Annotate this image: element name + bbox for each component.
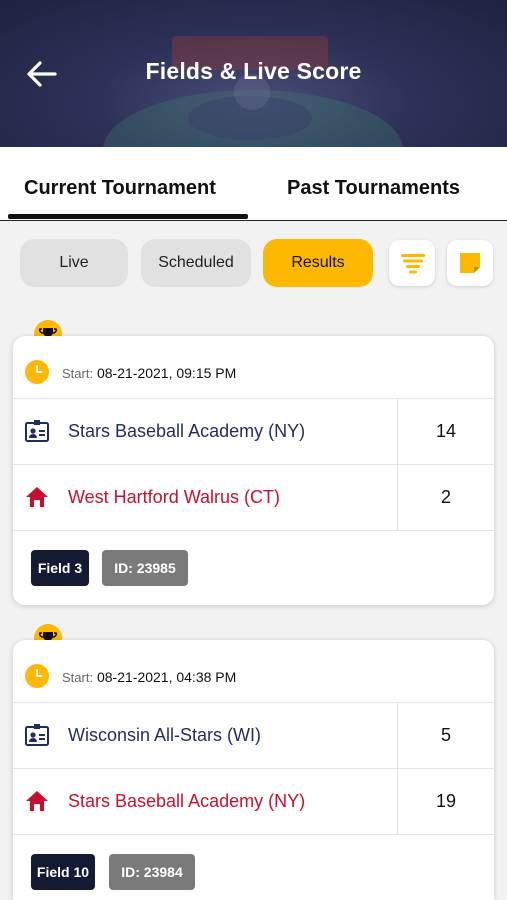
game-id-badge: ID: 23985	[102, 550, 188, 586]
id-badge-icon	[25, 420, 49, 442]
start-label: Start:	[62, 366, 94, 381]
id-badge-icon	[25, 724, 49, 746]
header-banner: Fields & Live Score	[0, 0, 507, 147]
field-badge: Field 3	[31, 550, 89, 586]
home-icon	[26, 487, 48, 507]
match-card[interactable]: Start: 08-21-2021, 04:38 PM Wisconsin Al…	[13, 640, 494, 900]
away-team-name: Wisconsin All-Stars (WI)	[68, 725, 262, 745]
filter-button[interactable]	[389, 240, 435, 286]
home-team-row: Stars Baseball Academy (NY) 19	[13, 768, 494, 835]
clock-icon	[25, 360, 49, 384]
home-team-name: Stars Baseball Academy (NY)	[68, 791, 306, 811]
tournament-tabs: Current Tournament Past Tournaments	[0, 147, 507, 221]
away-team-score: 5	[440, 725, 451, 745]
away-team-name: Stars Baseball Academy (NY)	[68, 421, 306, 441]
match-start-time: Start: 08-21-2021, 04:38 PM	[62, 669, 236, 685]
match-start-time: Start: 08-21-2021, 09:15 PM	[62, 365, 236, 381]
page-title: Fields & Live Score	[145, 58, 362, 84]
home-team-row: West Hartford Walrus (CT) 2	[13, 464, 494, 531]
sticky-note-icon	[460, 253, 480, 273]
match-start-row: Start: 08-21-2021, 09:15 PM	[13, 336, 494, 399]
away-team-score: 14	[435, 421, 457, 441]
scheduled-filter-button[interactable]: Scheduled	[141, 239, 251, 287]
filter-icon	[401, 254, 425, 274]
game-id-badge: ID: 23984	[109, 854, 195, 890]
away-team-row: Stars Baseball Academy (NY) 14	[13, 398, 494, 465]
tab-past-tournaments[interactable]: Past Tournaments	[287, 177, 460, 200]
home-icon	[26, 791, 48, 811]
match-card[interactable]: Start: 08-21-2021, 09:15 PM Stars Baseba…	[13, 336, 494, 605]
match-start-row: Start: 08-21-2021, 04:38 PM	[13, 640, 494, 703]
home-team-score: 19	[435, 791, 457, 811]
start-label: Start:	[62, 670, 94, 685]
home-team-score: 2	[440, 487, 451, 507]
tab-current-tournament[interactable]: Current Tournament	[24, 177, 216, 200]
start-datetime: 08-21-2021, 09:15 PM	[96, 365, 237, 381]
active-tab-indicator	[8, 214, 248, 219]
results-filter-button[interactable]: Results	[263, 239, 373, 287]
home-team-name: West Hartford Walrus (CT)	[68, 487, 281, 507]
field-badge: Field 10	[31, 854, 95, 890]
live-filter-button[interactable]: Live	[20, 239, 128, 287]
start-datetime: 08-21-2021, 04:38 PM	[96, 669, 237, 685]
notes-button[interactable]	[447, 240, 493, 286]
clock-icon	[25, 664, 49, 688]
away-team-row: Wisconsin All-Stars (WI) 5	[13, 702, 494, 769]
